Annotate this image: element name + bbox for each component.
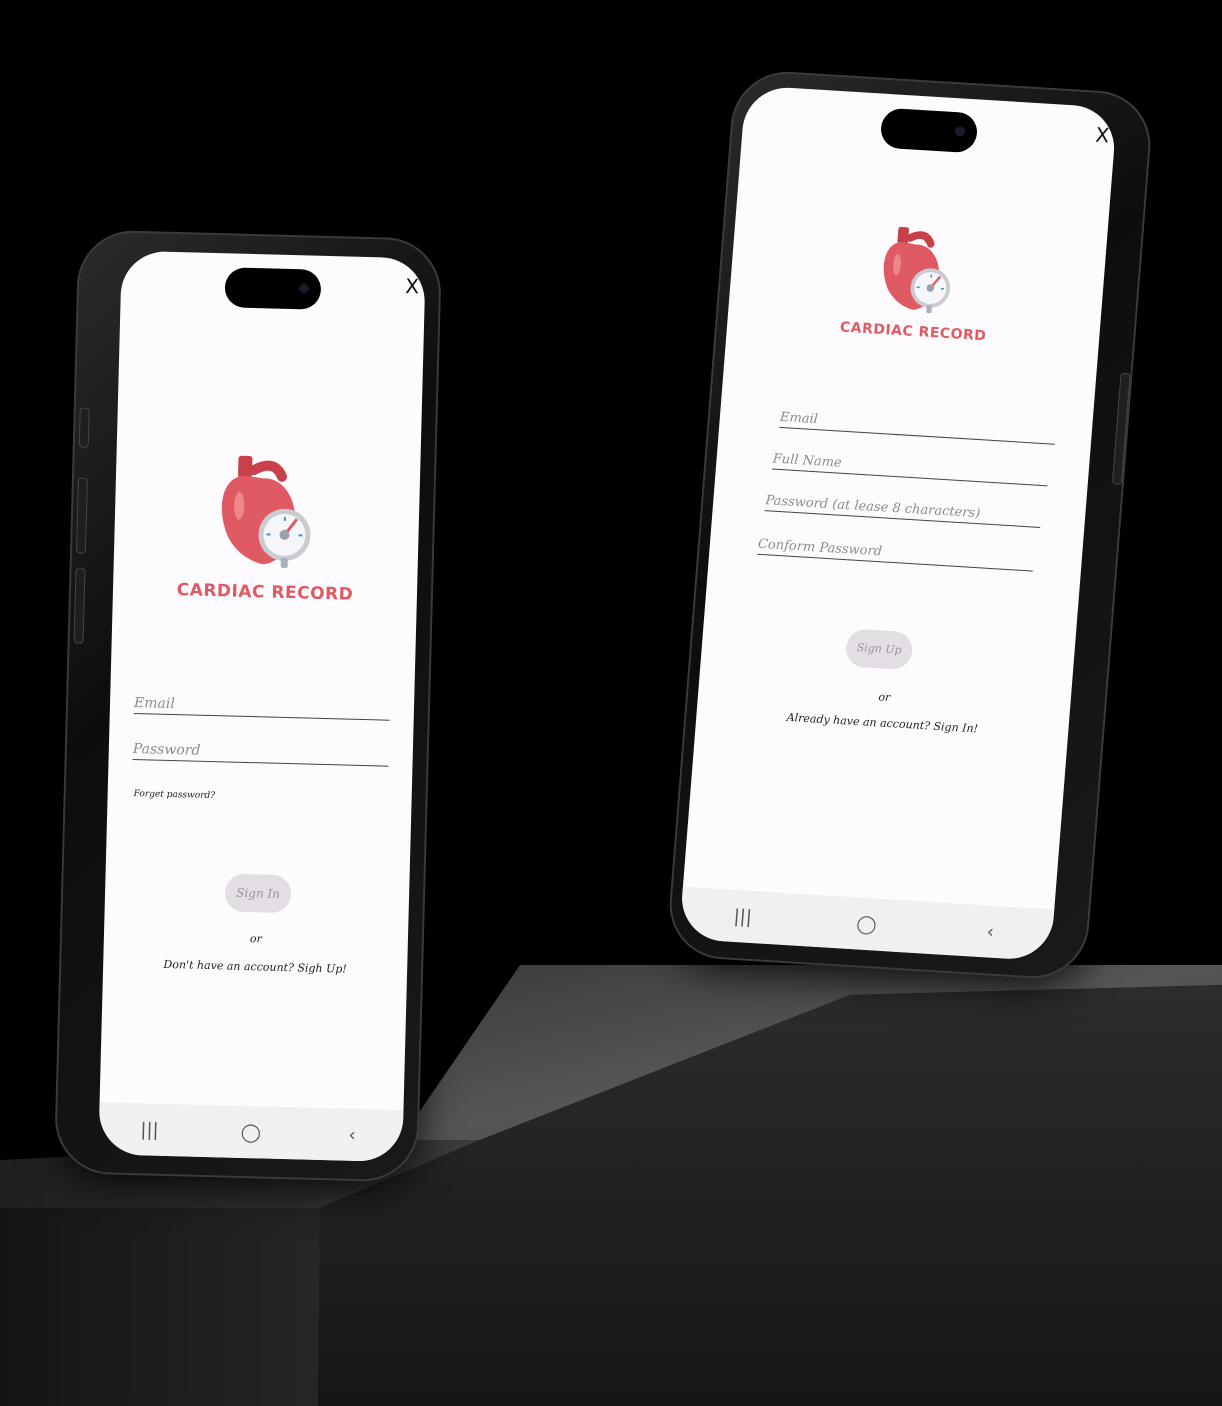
signin-screen: X CARDIAC RECORD Email Password Forget p… (98, 250, 426, 1163)
phone-signin: X CARDIAC RECORD Email Password Forget p… (53, 229, 443, 1183)
fullname-field[interactable]: Full Name (771, 451, 1049, 487)
home-icon[interactable]: ◯ (236, 1121, 267, 1143)
confirm-password-field[interactable]: Conform Password (757, 536, 1035, 572)
volume-up-button (75, 477, 88, 554)
recents-icon[interactable]: ||| (727, 905, 759, 928)
email-field[interactable]: Email (133, 695, 391, 721)
camera-icon (954, 126, 966, 137)
silent-switch (78, 407, 90, 448)
volume-down-button (73, 567, 86, 644)
phone-signup: X CARDIAC RECORD Email Full Name Passwor… (665, 68, 1155, 982)
recents-icon[interactable]: ||| (134, 1119, 165, 1141)
brand-title: CARDIAC RECORD (839, 319, 987, 345)
back-icon[interactable]: ‹ (337, 1124, 368, 1146)
email-field[interactable]: Email (779, 409, 1057, 445)
mockup-scene: X CARDIAC RECORD Email Password Forget p… (0, 0, 1222, 1406)
signin-button[interactable]: Sign In (224, 873, 292, 914)
android-nav-bar: ||| ◯ ‹ (98, 1102, 404, 1163)
signup-link[interactable]: Don't have an account? Sigh Up! (103, 956, 407, 977)
close-button[interactable]: X (405, 274, 419, 298)
app-logo: CARDIAC RECORD (813, 220, 1022, 346)
back-icon[interactable]: ‹ (975, 920, 1007, 943)
signup-button[interactable]: Sign Up (844, 628, 914, 671)
home-icon[interactable]: ◯ (851, 913, 883, 936)
heart-gauge-icon (883, 226, 951, 314)
signup-screen: X CARDIAC RECORD Email Full Name Passwor… (678, 85, 1118, 962)
close-button[interactable]: X (1095, 123, 1111, 148)
dynamic-island (224, 267, 322, 310)
android-nav-bar: ||| ◯ ‹ (678, 886, 1055, 962)
password-field[interactable]: Password (132, 741, 389, 767)
heart-gauge-icon (221, 455, 311, 568)
forgot-password-link[interactable]: Forget password? (134, 789, 216, 801)
or-separator: or (249, 932, 263, 946)
camera-icon (298, 283, 310, 294)
dynamic-island (879, 107, 979, 154)
app-logo: CARDIAC RECORD (165, 452, 369, 605)
password-field[interactable]: Password (at lease 8 characters) (764, 493, 1042, 528)
brand-title: CARDIAC RECORD (176, 580, 354, 605)
